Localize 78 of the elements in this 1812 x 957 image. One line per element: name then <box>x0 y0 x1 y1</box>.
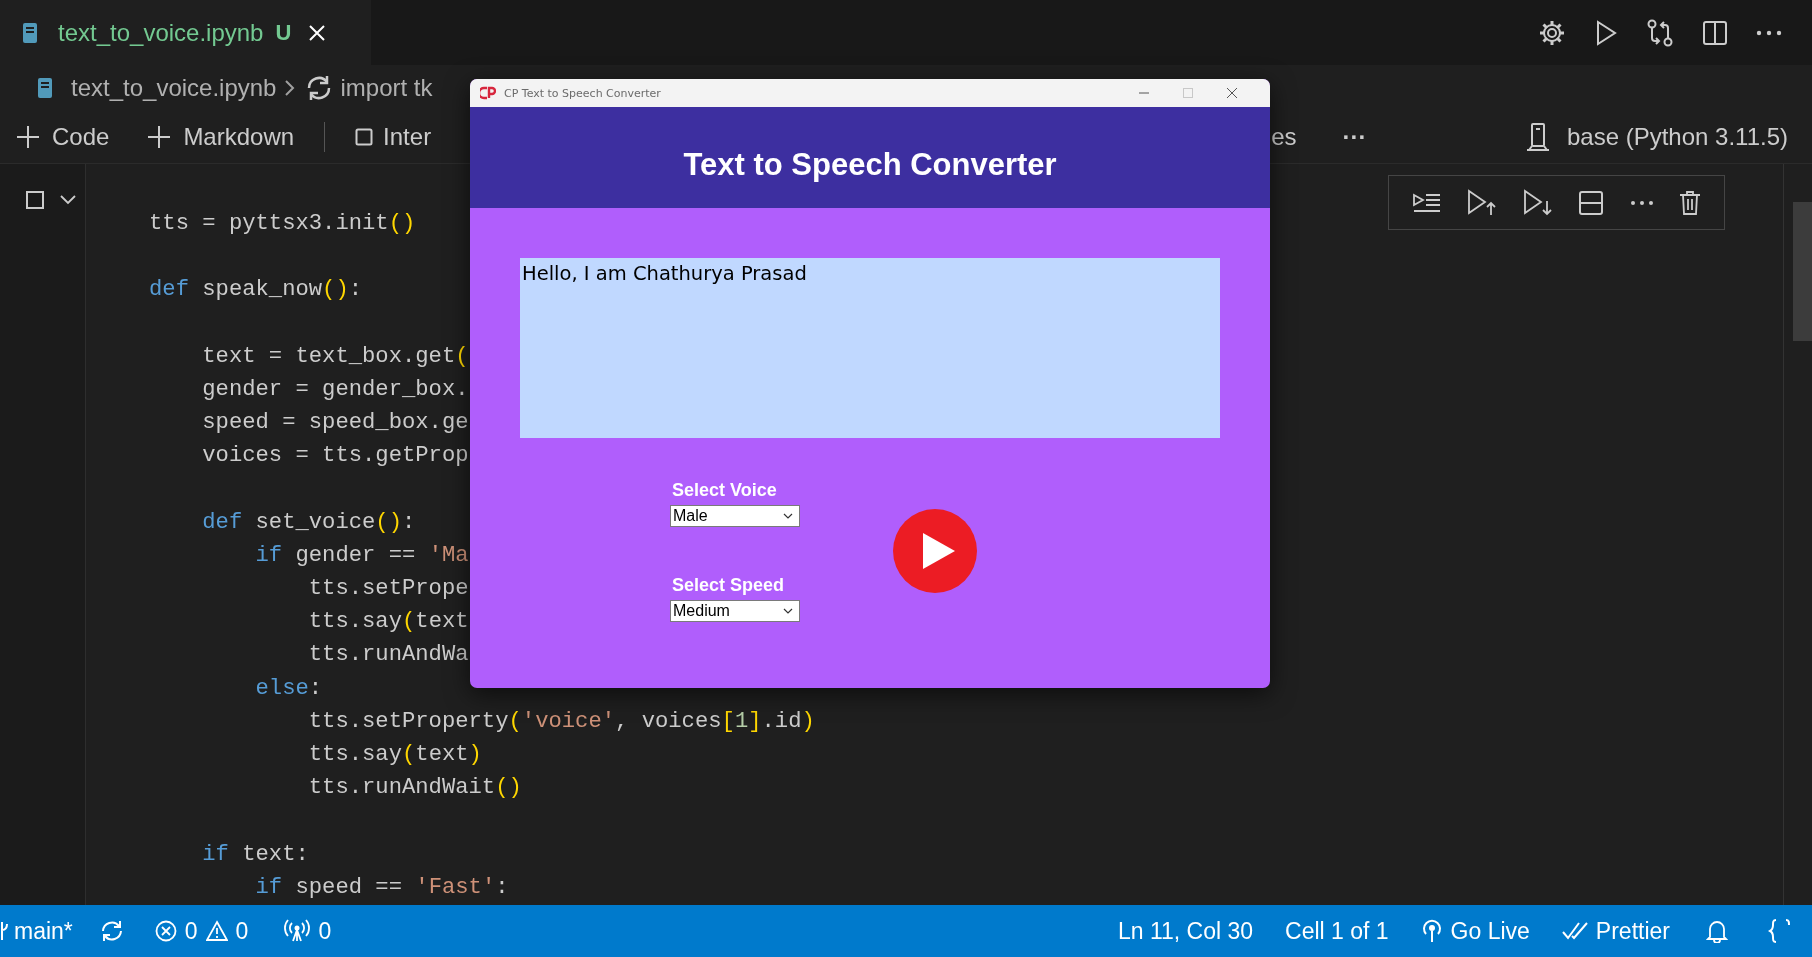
voice-dropdown[interactable]: Male <box>670 505 800 527</box>
editor-tab[interactable]: text_to_voice.ipynb U <box>0 0 371 65</box>
close-icon[interactable] <box>307 23 328 43</box>
more-icon[interactable] <box>1756 29 1782 36</box>
code-line: if speed == 'Fast': <box>254 873 509 902</box>
window-title: CP Text to Speech Converter <box>504 86 661 100</box>
tab-title: text_to_voice.ipynb <box>58 19 264 47</box>
code-line: tts.runAndWait() <box>307 774 522 803</box>
add-markdown-button[interactable]: Markdown <box>147 122 295 151</box>
cell-position-button[interactable]: Cell 1 of 1 <box>1285 917 1389 945</box>
server-icon <box>1524 121 1551 152</box>
speed-label: Select Speed <box>672 575 785 596</box>
breadcrumb-item[interactable]: import tk <box>340 73 433 102</box>
code-line: if gender == 'Ma <box>254 541 469 570</box>
code-line: def set_voice(): <box>201 508 416 537</box>
error-count: 0 <box>184 917 198 945</box>
checkbox-icon[interactable] <box>26 191 44 209</box>
notebook-icon <box>37 76 53 99</box>
chevron-down-icon[interactable] <box>60 195 76 205</box>
go-live-button[interactable]: Go Live <box>1420 917 1530 945</box>
code-line: def speak_now(): <box>149 276 363 305</box>
add-code-button[interactable]: Code <box>16 122 110 151</box>
close-icon[interactable] <box>1226 87 1238 99</box>
branch-button[interactable]: main* <box>14 917 73 945</box>
code-line: tts.runAndWa <box>307 641 469 670</box>
play-down-icon[interactable] <box>1522 188 1553 217</box>
speed-dropdown[interactable]: Medium <box>670 600 800 622</box>
play-icon <box>921 531 957 571</box>
code-line: speed = speed_box.ge <box>201 409 469 438</box>
scrollbar[interactable] <box>1793 202 1812 341</box>
settings-icon[interactable] <box>1538 18 1566 47</box>
code-line: text = text_box.get( <box>201 342 469 371</box>
more-icon[interactable] <box>1629 199 1654 206</box>
bell-icon[interactable] <box>1706 919 1728 943</box>
kernel-button[interactable]: base (Python 3.11.5) <box>1524 121 1788 152</box>
square-icon <box>355 127 374 146</box>
cursor-position-button[interactable]: Ln 11, Col 30 <box>1117 917 1254 945</box>
radio-tower-icon <box>284 919 311 943</box>
code-line: voices = tts.getProp <box>201 442 469 471</box>
variables-button[interactable]: es <box>1271 122 1297 151</box>
code-line: if text: <box>201 840 309 869</box>
play-up-icon[interactable] <box>1467 188 1498 217</box>
maximize-icon <box>1182 87 1194 99</box>
notebook-icon <box>22 22 38 44</box>
plus-icon <box>16 124 40 149</box>
more-button[interactable]: ··· <box>1342 122 1367 151</box>
branch-icon <box>0 920 8 942</box>
columns-icon[interactable] <box>1702 19 1728 46</box>
double-check-icon <box>1561 921 1588 941</box>
ports-button[interactable]: 0 <box>284 917 332 945</box>
code-line: tts.setProperty('voice', voices[1].id) <box>307 707 815 736</box>
code-line: tts.say(text) <box>307 741 482 769</box>
git-status: U <box>275 20 292 46</box>
breadcrumb-item[interactable]: text_to_voice.ipynb <box>71 73 277 102</box>
code-line: gender = gender_box. <box>201 375 469 404</box>
warning-count: 0 <box>235 917 249 945</box>
warning-icon <box>205 920 228 942</box>
caret-icon <box>783 608 793 614</box>
caret-icon <box>783 513 793 519</box>
trash-icon[interactable] <box>1679 189 1702 216</box>
text-input-field[interactable]: Hello, I am Chathurya Prasad <box>520 258 1220 438</box>
code-line: tts.say(text <box>307 608 469 637</box>
play-icon[interactable] <box>1594 18 1618 47</box>
broadcast-icon <box>1420 918 1443 944</box>
chevron-right-icon <box>284 77 297 98</box>
plus-icon <box>147 124 172 149</box>
split-icon[interactable] <box>1578 189 1605 216</box>
branch-arrows-icon[interactable] <box>1646 17 1674 48</box>
code-line: tts = pyttsx3.init() <box>149 210 416 238</box>
error-icon <box>154 920 177 942</box>
prettier-button[interactable]: Prettier <box>1561 917 1670 945</box>
code-line: else: <box>254 674 323 703</box>
logo-icon <box>480 86 496 100</box>
problems-button[interactable]: 0 0 <box>154 917 249 945</box>
interrupt-button[interactable]: Inter <box>355 122 432 151</box>
voice-label: Select Voice <box>672 480 777 501</box>
code-line: tts.setPrope <box>307 575 469 604</box>
app-heading: Text to Speech Converter <box>683 146 1057 183</box>
